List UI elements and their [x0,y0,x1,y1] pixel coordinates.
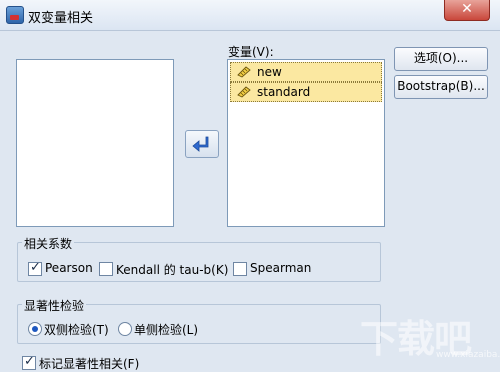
watermark-url: www.xiazaiba.com [436,350,500,360]
checkmark-icon: ✓ [30,260,41,275]
flag-significant-label[interactable]: 标记显著性相关(F) [39,355,139,372]
two-tailed-radio[interactable] [28,322,42,336]
variable-item-standard[interactable]: standard [230,82,382,102]
scale-variable-icon [237,86,251,98]
pearson-label[interactable]: Pearson [45,261,93,275]
spss-app-icon [6,6,24,24]
radio-selected-icon [32,326,38,332]
selected-variable-list[interactable]: new standard [227,59,385,227]
significance-group-title: 显著性检验 [22,297,87,314]
close-button[interactable]: ✕ [444,0,490,21]
spearman-checkbox[interactable] [233,262,247,276]
kendall-label[interactable]: Kendall 的 tau-b(K) [116,261,228,278]
variables-label: 变量(V): [228,45,274,59]
move-variable-button[interactable] [185,130,219,158]
pearson-checkbox[interactable]: ✓ [28,260,42,276]
scale-variable-icon [237,66,251,78]
source-variable-list[interactable] [16,59,174,227]
options-button[interactable]: 选项(O)... [394,47,488,71]
move-arrow-icon [192,136,209,152]
variable-label: standard [257,85,311,99]
bootstrap-button[interactable]: Bootstrap(B)... [394,75,488,99]
window-title: 双变量相关 [28,11,94,26]
checkmark-icon: ✓ [24,354,35,369]
correlation-group-title: 相关系数 [22,235,75,252]
title-bar: 双变量相关 ✕ [0,0,500,31]
variable-label: new [257,65,282,79]
two-tailed-label[interactable]: 双侧检验(T) [44,321,109,338]
one-tailed-radio[interactable] [118,322,132,336]
variable-item-new[interactable]: new [230,62,382,82]
spearman-label[interactable]: Spearman [250,261,311,275]
one-tailed-label[interactable]: 单侧检验(L) [134,321,198,338]
kendall-checkbox[interactable] [99,262,113,276]
